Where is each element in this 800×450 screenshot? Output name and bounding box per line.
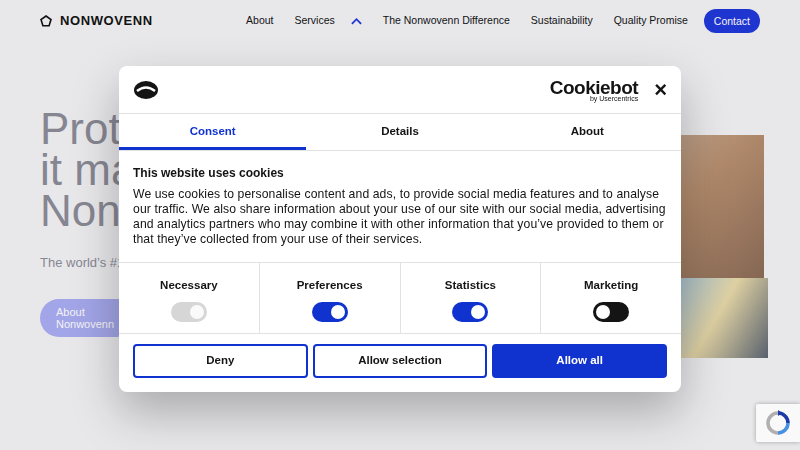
dialog-heading: This website uses cookies <box>133 166 667 180</box>
dialog-tabs: ConsentDetailsAbout <box>119 113 681 151</box>
dialog-buttons: DenyAllow selectionAllow all <box>119 334 681 392</box>
switch-knob <box>190 305 204 319</box>
consent-category: Marketing <box>540 263 681 333</box>
cookiebot-logo: Cookiebotby Usercentrics <box>550 78 638 102</box>
cookie-dialog: Cookiebotby Usercentrics×ConsentDetailsA… <box>119 66 681 392</box>
category-switch[interactable] <box>593 302 629 322</box>
brand-name: Cookiebot <box>550 78 638 97</box>
cookie-icon <box>133 80 159 100</box>
dialog-tab[interactable]: Details <box>306 114 493 150</box>
category-label: Statistics <box>445 277 496 294</box>
consent-category: Statistics <box>400 263 541 333</box>
dialog-tab[interactable]: Consent <box>119 114 306 150</box>
category-switch[interactable] <box>452 302 488 322</box>
dialog-text: We use cookies to personalise content an… <box>133 187 667 247</box>
dialog-body: This website uses cookies We use cookies … <box>119 151 681 261</box>
dialog-header: Cookiebotby Usercentrics× <box>119 66 681 113</box>
consent-category: Preferences <box>259 263 400 333</box>
consent-button[interactable]: Deny <box>133 344 308 378</box>
category-switch <box>171 302 207 322</box>
category-label: Necessary <box>160 277 218 294</box>
switch-knob <box>331 305 345 319</box>
consent-button[interactable]: Allow selection <box>313 344 488 378</box>
recaptcha-badge[interactable] <box>756 404 800 442</box>
switch-knob <box>471 305 485 319</box>
consent-button[interactable]: Allow all <box>492 344 667 378</box>
dialog-tab[interactable]: About <box>494 114 681 150</box>
category-label: Preferences <box>297 277 363 294</box>
recaptcha-icon <box>765 410 791 436</box>
close-button[interactable]: × <box>638 79 667 101</box>
category-switch[interactable] <box>312 302 348 322</box>
consent-category: Necessary <box>119 263 259 333</box>
category-label: Marketing <box>584 277 638 294</box>
consent-toggles: Necessary Preferences Statistics Marketing <box>119 262 681 334</box>
switch-knob <box>596 305 610 319</box>
